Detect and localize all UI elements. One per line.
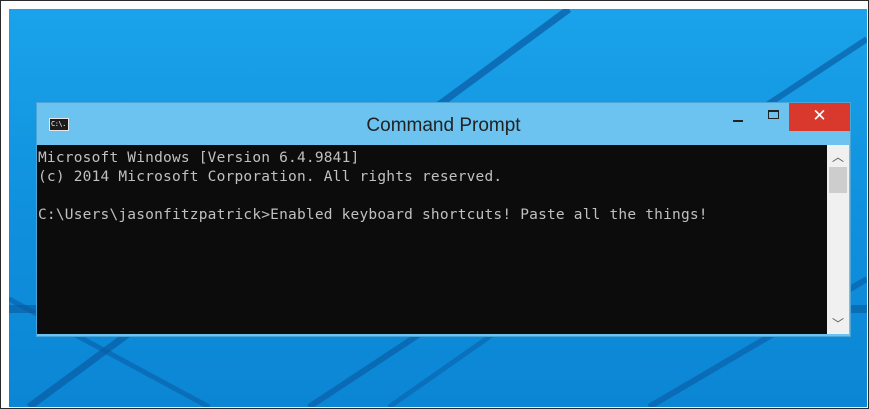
console-line: (c) 2014 Microsoft Corporation. All righ… — [38, 169, 503, 185]
vertical-scrollbar[interactable]: ︿ ﹀ — [827, 145, 849, 334]
maximize-button[interactable] — [763, 103, 787, 131]
scroll-down-arrow-icon: ﹀ — [831, 317, 844, 331]
scroll-up-arrow-icon: ︿ — [831, 150, 844, 164]
console-line: C:\Users\jasonfitzpatrick>Enabled keyboa… — [38, 207, 708, 223]
scroll-up-button[interactable]: ︿ — [827, 145, 849, 167]
scroll-thumb[interactable] — [829, 167, 847, 193]
scroll-down-button[interactable]: ﹀ — [827, 312, 849, 334]
close-icon: ✕ — [812, 106, 827, 126]
screenshot-frame: C:\. Command Prompt ✕ Microsoft Windows … — [0, 0, 869, 409]
title-bar[interactable]: C:\. Command Prompt ✕ — [37, 103, 850, 145]
command-prompt-window[interactable]: C:\. Command Prompt ✕ Microsoft Windows … — [37, 103, 850, 336]
console-output[interactable]: Microsoft Windows [Version 6.4.9841] (c)… — [37, 145, 827, 334]
minimize-button[interactable] — [726, 103, 750, 131]
console-line: Microsoft Windows [Version 6.4.9841] — [38, 150, 360, 166]
close-button[interactable]: ✕ — [789, 103, 850, 131]
